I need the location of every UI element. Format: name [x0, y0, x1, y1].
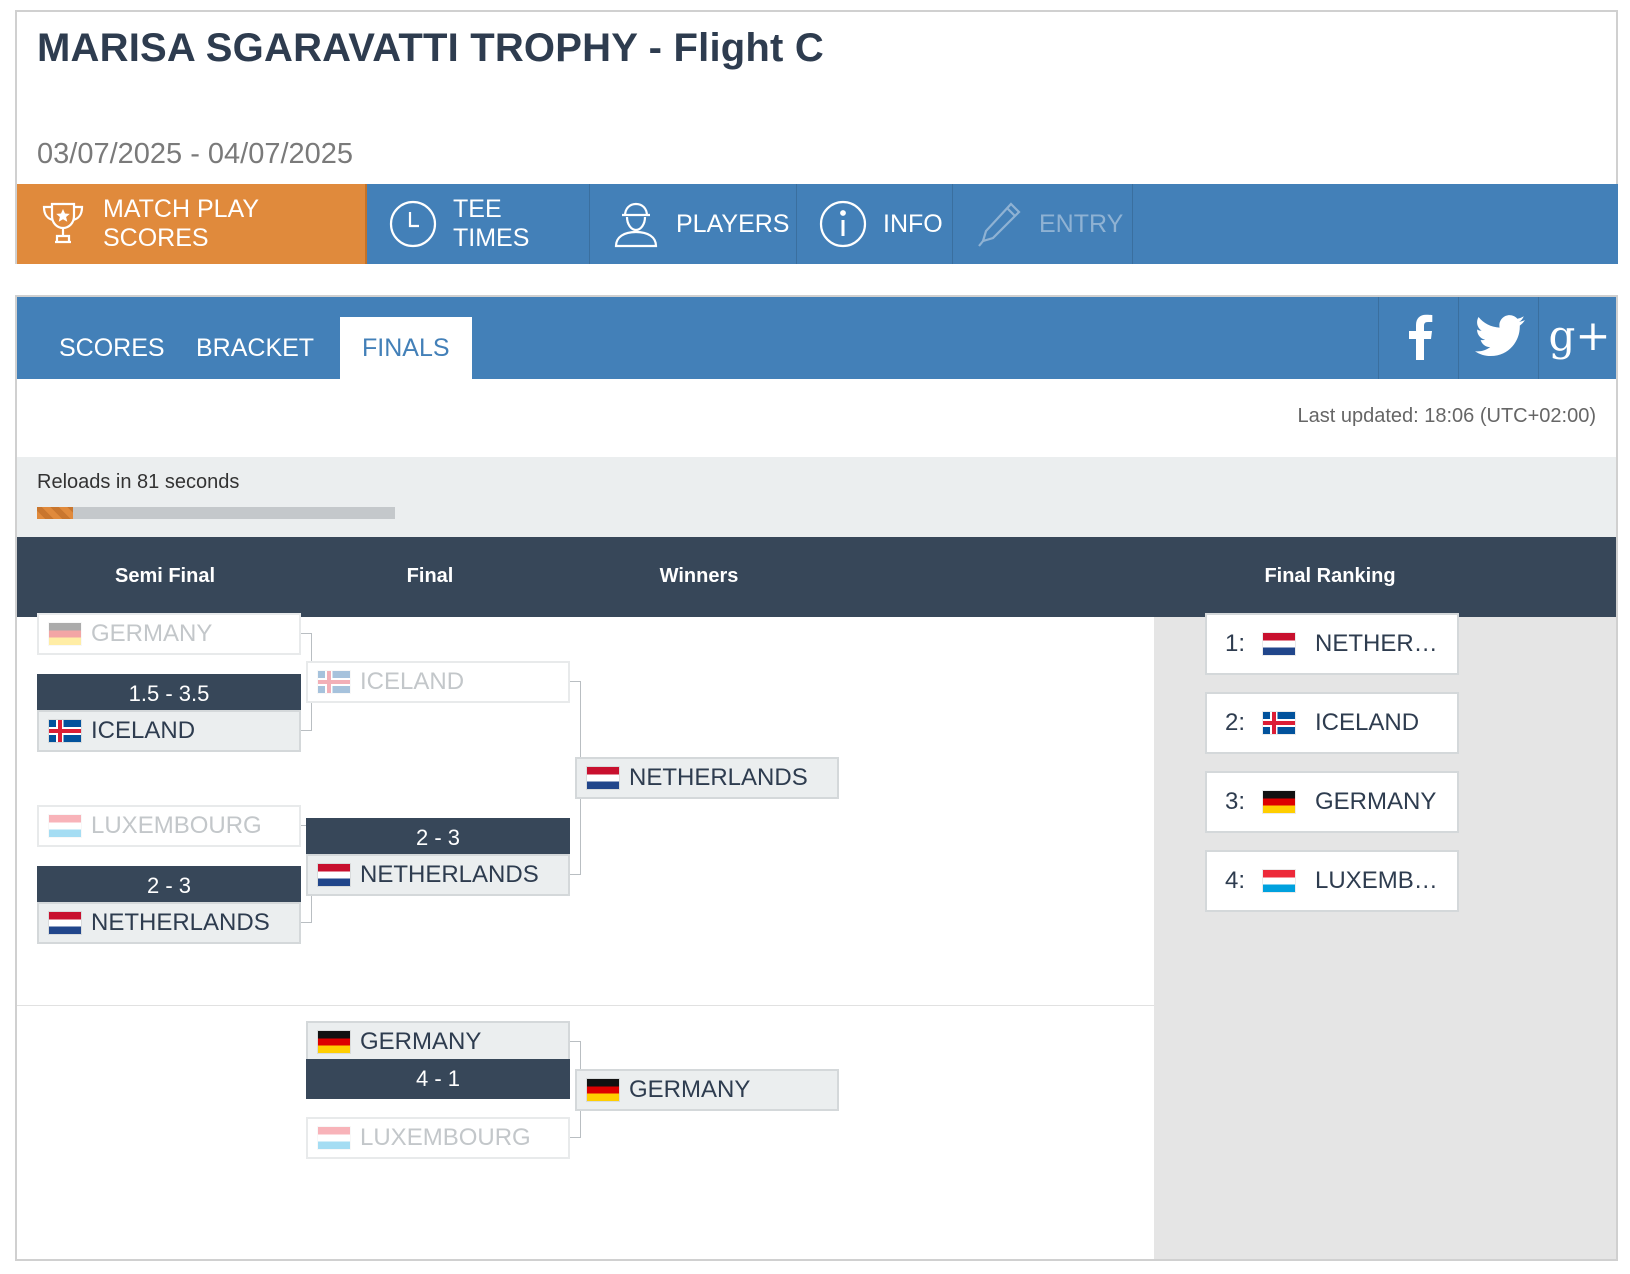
ranking-team: GERMANY: [1315, 788, 1437, 815]
tab-bracket[interactable]: BRACKET: [174, 317, 336, 379]
luxembourg-flag-icon: [1263, 870, 1295, 892]
germany-flag-icon: [587, 1079, 619, 1101]
sub-nav: SCORES BRACKET FINALS g+: [17, 297, 1616, 379]
google-plus-icon: g+: [1548, 310, 1611, 360]
nav-entry[interactable]: ENTRY: [953, 184, 1133, 264]
nav-label: ENTRY: [1039, 209, 1124, 238]
connector: [301, 730, 311, 731]
nav-tee-times[interactable]: TEE TIMES: [367, 184, 590, 264]
nav-players[interactable]: PLAYERS: [590, 184, 797, 264]
tournament-dates: 03/07/2025 - 04/07/2025: [37, 138, 354, 170]
trophy-icon: [37, 196, 89, 252]
ranking-team: LUXEMBOURG: [1315, 867, 1445, 894]
google-plus-share-button[interactable]: g+: [1538, 297, 1616, 379]
semi2-score: 2 - 3: [37, 866, 301, 906]
reload-box: Reloads in 81 seconds: [17, 457, 1616, 537]
team-name: NETHERLANDS: [629, 764, 808, 791]
final-winner[interactable]: NETHERLANDS: [575, 757, 839, 799]
ranking-item-2[interactable]: 2: ICELAND: [1205, 692, 1459, 754]
final-top-team[interactable]: ICELAND: [306, 661, 570, 703]
semi1-top-team[interactable]: GERMANY: [37, 613, 301, 655]
third-place-score: 4 - 1: [306, 1059, 570, 1099]
tab-scores[interactable]: SCORES: [37, 317, 187, 379]
ranking-item-3[interactable]: 3: GERMANY: [1205, 771, 1459, 833]
team-name: NETHERLANDS: [91, 909, 270, 936]
team-name: GERMANY: [360, 1028, 482, 1055]
column-final-ranking: Final Ranking: [1264, 565, 1396, 587]
netherlands-flag-icon: [587, 767, 619, 789]
column-semi-final: Semi Final: [114, 565, 216, 587]
nav-info[interactable]: INFO: [797, 184, 953, 264]
team-name: LUXEMBOURG: [360, 1124, 531, 1151]
column-winners: Winners: [659, 565, 739, 587]
bracket-header: Semi Final Final Winners Final Ranking: [17, 537, 1616, 617]
connector: [570, 874, 580, 875]
info-icon: [817, 196, 869, 252]
third-place-top-team[interactable]: GERMANY: [306, 1021, 570, 1063]
luxembourg-flag-icon: [318, 1127, 350, 1149]
nav-match-play-scores[interactable]: MATCH PLAY SCORES: [17, 184, 367, 264]
nav-label: PLAYERS: [676, 209, 790, 238]
ranking-team: NETHERLANDS: [1315, 630, 1445, 657]
ranking-position: 1:: [1225, 630, 1246, 657]
twitter-share-button[interactable]: [1458, 297, 1540, 379]
luxembourg-flag-icon: [49, 815, 81, 837]
netherlands-flag-icon: [49, 912, 81, 934]
reload-progress-bar: [37, 507, 395, 519]
ranking-team: ICELAND: [1315, 709, 1420, 736]
ranking-position: 4:: [1225, 867, 1246, 894]
nav-label: MATCH PLAY SCORES: [103, 195, 259, 252]
germany-flag-icon: [318, 1031, 350, 1053]
connector: [570, 1137, 580, 1138]
nav-label: TEE TIMES: [453, 195, 530, 252]
connector: [570, 681, 580, 682]
team-name: NETHERLANDS: [360, 861, 539, 888]
germany-flag-icon: [49, 623, 81, 645]
ranking-item-4[interactable]: 4: LUXEMBOURG: [1205, 850, 1459, 912]
semi2-top-team[interactable]: LUXEMBOURG: [37, 805, 301, 847]
connector: [301, 633, 311, 634]
netherlands-flag-icon: [1263, 633, 1295, 655]
final-score: 2 - 3: [306, 818, 570, 858]
facebook-share-button[interactable]: [1378, 297, 1460, 379]
bracket-separator: [17, 1005, 1154, 1006]
ranking-position: 3:: [1225, 788, 1246, 815]
team-name: ICELAND: [360, 668, 465, 695]
facebook-icon: [1405, 312, 1435, 365]
reload-progress-fill: [37, 507, 73, 519]
netherlands-flag-icon: [318, 864, 350, 886]
connector: [570, 1041, 580, 1042]
semi2-bottom-team[interactable]: NETHERLANDS: [37, 902, 301, 944]
semi1-bottom-team[interactable]: ICELAND: [37, 710, 301, 752]
team-name: ICELAND: [91, 717, 196, 744]
third-place-bottom-team[interactable]: LUXEMBOURG: [306, 1117, 570, 1159]
nav-label: INFO: [883, 209, 943, 238]
iceland-flag-icon: [49, 720, 81, 742]
twitter-icon: [1474, 314, 1525, 362]
ranking-position: 2:: [1225, 709, 1246, 736]
team-name: GERMANY: [91, 620, 213, 647]
last-updated: Last updated: 18:06 (UTC+02:00): [1297, 405, 1596, 427]
connector: [301, 922, 311, 923]
page-title: MARISA SGARAVATTI TROPHY - Flight C: [37, 26, 824, 70]
finals-panel: SCORES BRACKET FINALS g+ Last updated: 1…: [15, 295, 1618, 1261]
tournament-header: MARISA SGARAVATTI TROPHY - Flight C 03/0…: [15, 10, 1618, 264]
germany-flag-icon: [1263, 791, 1295, 813]
iceland-flag-icon: [1263, 712, 1295, 734]
team-name: LUXEMBOURG: [91, 812, 262, 839]
column-final: Final: [406, 565, 454, 587]
pencil-icon: [973, 196, 1025, 252]
main-nav: MATCH PLAY SCORES TEE TIMES PLAYERS INFO…: [17, 184, 1618, 264]
clock-icon: [387, 196, 439, 252]
ranking-item-1[interactable]: 1: NETHERLANDS: [1205, 613, 1459, 675]
iceland-flag-icon: [318, 671, 350, 693]
semi1-score: 1.5 - 3.5: [37, 674, 301, 714]
player-icon: [610, 196, 662, 252]
third-place-winner[interactable]: GERMANY: [575, 1069, 839, 1111]
reload-countdown: Reloads in 81 seconds: [37, 471, 240, 493]
team-name: GERMANY: [629, 1076, 751, 1103]
final-bottom-team[interactable]: NETHERLANDS: [306, 854, 570, 896]
tab-finals[interactable]: FINALS: [340, 317, 472, 379]
